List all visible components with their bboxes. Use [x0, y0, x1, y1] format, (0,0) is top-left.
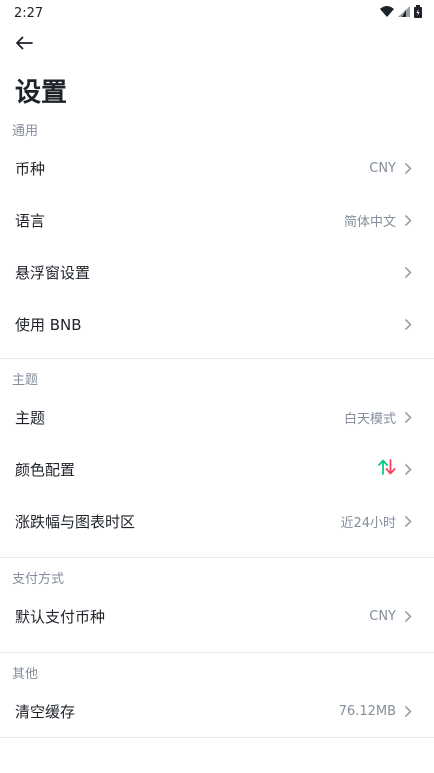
- section-general: 通用 币种 CNY 语言 简体中文 悬浮窗设置 使用 BNB: [0, 116, 434, 359]
- settings-row-clear-cache[interactable]: 清空缓存 76.12MB: [0, 685, 434, 737]
- row-value: CNY: [369, 160, 396, 176]
- section-title: 主题: [12, 372, 39, 388]
- settings-row-timezone[interactable]: 涨跌幅与图表时区 近24小时: [0, 495, 434, 547]
- battery-icon: [414, 4, 422, 22]
- row-label: 清空缓存: [15, 702, 76, 721]
- section-theme: 主题 主题 白天模式 颜色配置 涨跌幅与图表时区 近24小时: [0, 359, 434, 558]
- row-label: 颜色配置: [15, 460, 76, 479]
- wifi-icon: [380, 5, 394, 21]
- settings-row-default-payment[interactable]: 默认支付币种 CNY: [0, 590, 434, 642]
- chevron-right-icon: [404, 514, 414, 528]
- chevron-right-icon: [404, 462, 414, 476]
- up-down-arrows-icon: [378, 459, 396, 479]
- section-title: 其他: [12, 666, 39, 682]
- settings-row-theme[interactable]: 主题 白天模式: [0, 391, 434, 443]
- row-value: 76.12MB: [338, 703, 396, 719]
- back-button[interactable]: [12, 32, 36, 56]
- back-arrow-icon: [15, 35, 33, 54]
- chevron-right-icon: [404, 161, 414, 175]
- row-label: 涨跌幅与图表时区: [15, 512, 136, 531]
- chevron-right-icon: [404, 410, 414, 424]
- settings-row-currency[interactable]: 币种 CNY: [0, 142, 434, 194]
- status-time: 2:27: [14, 5, 44, 21]
- settings-row-floating-window[interactable]: 悬浮窗设置: [0, 246, 434, 298]
- row-label: 主题: [15, 408, 46, 427]
- row-label: 语言: [15, 211, 46, 230]
- settings-row-language[interactable]: 语言 简体中文: [0, 194, 434, 246]
- row-label: 悬浮窗设置: [15, 263, 91, 282]
- status-bar: 2:27: [0, 0, 434, 26]
- top-bar: [0, 26, 434, 62]
- section-title: 通用: [12, 123, 39, 139]
- chevron-right-icon: [404, 704, 414, 718]
- chevron-right-icon: [404, 213, 414, 227]
- chevron-right-icon: [404, 609, 414, 623]
- row-value: 白天模式: [343, 411, 396, 427]
- section-other: 其他 清空缓存 76.12MB: [0, 653, 434, 738]
- chevron-right-icon: [404, 265, 414, 279]
- row-value: 简体中文: [343, 214, 396, 230]
- row-value: CNY: [369, 608, 396, 624]
- row-label: 币种: [15, 159, 46, 178]
- row-value: 近24小时: [340, 515, 396, 531]
- settings-row-use-bnb[interactable]: 使用 BNB: [0, 298, 434, 350]
- settings-row-color-config[interactable]: 颜色配置: [0, 443, 434, 495]
- signal-icon: [398, 5, 410, 21]
- row-label: 使用 BNB: [15, 315, 82, 334]
- section-title: 支付方式: [12, 571, 65, 587]
- section-payment: 支付方式 默认支付币种 CNY: [0, 558, 434, 653]
- chevron-right-icon: [404, 317, 414, 331]
- row-label: 默认支付币种: [15, 607, 106, 626]
- page-title: 设置: [15, 78, 68, 108]
